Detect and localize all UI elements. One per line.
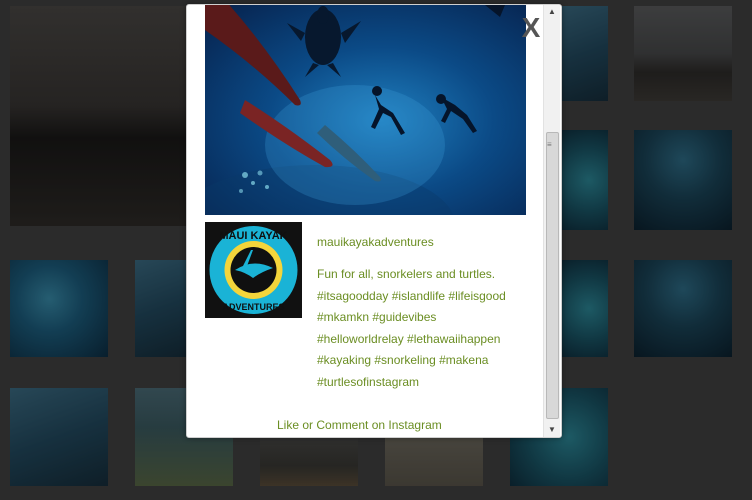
gallery-thumb[interactable]	[385, 436, 483, 486]
modal-scrollbar[interactable]: ▲ ≡ ▼	[543, 5, 560, 437]
gallery-thumb[interactable]	[135, 260, 186, 357]
close-button[interactable]: X	[520, 13, 542, 43]
scrollbar-grip-icon: ≡	[547, 140, 552, 149]
gallery-thumb[interactable]	[560, 260, 608, 357]
avatar-logo-text: MAUI KAYAK	[219, 230, 287, 242]
profile-avatar[interactable]: MAUI KAYAK ADVENTURES	[205, 222, 302, 318]
gallery-thumb[interactable]	[260, 436, 358, 486]
gallery-thumb[interactable]	[634, 6, 732, 101]
scroll-down-arrow-icon[interactable]: ▼	[544, 423, 560, 437]
instagram-link[interactable]: Like or Comment on Instagram	[277, 418, 442, 432]
scrollbar-thumb[interactable]	[546, 132, 559, 419]
post-caption: Fun for all, snorkelers and turtles. #it…	[317, 267, 506, 389]
gallery-thumb[interactable]	[10, 388, 108, 486]
svg-text:ADVENTURES: ADVENTURES	[222, 302, 284, 312]
gallery-thumb[interactable]	[634, 130, 732, 230]
modal-content: MAUI KAYAK ADVENTURES mauikayakadventure…	[187, 5, 544, 437]
gallery-thumb[interactable]	[10, 260, 108, 357]
gallery-thumb[interactable]	[634, 260, 732, 357]
post-username[interactable]: mauikayakadventures	[317, 235, 434, 249]
gallery-thumb[interactable]	[560, 6, 608, 101]
gallery-thumb[interactable]	[10, 6, 186, 226]
post-photo	[205, 5, 526, 215]
gallery-thumb[interactable]	[560, 130, 608, 230]
scroll-up-arrow-icon[interactable]: ▲	[544, 5, 560, 19]
instagram-modal: MAUI KAYAK ADVENTURES mauikayakadventure…	[186, 4, 562, 438]
